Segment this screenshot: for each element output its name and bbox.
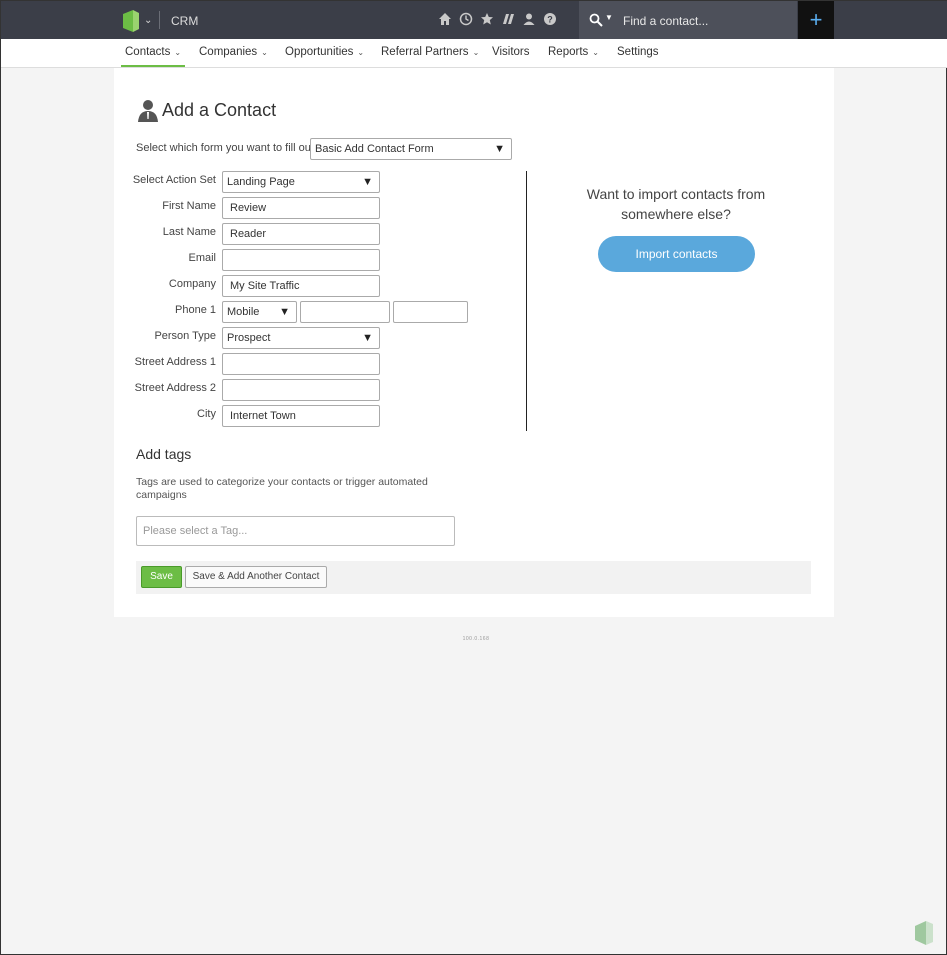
brand-logo-icon[interactable]: [123, 10, 139, 32]
help-icon[interactable]: ?: [543, 12, 557, 26]
company-label: Company: [168, 278, 216, 290]
chevron-down-icon: ⌄: [357, 48, 365, 57]
email-label: Email: [188, 252, 216, 264]
column-divider: [526, 171, 527, 431]
search-icon[interactable]: [589, 13, 603, 27]
nav-settings-label: Settings: [617, 46, 659, 58]
home-icon[interactable]: [438, 12, 452, 26]
phone-type-select[interactable]: Mobile ▼: [222, 301, 297, 323]
contact-search: ▼: [579, 1, 797, 39]
search-options-caret-icon[interactable]: ▼: [605, 13, 613, 22]
tags-heading: Add tags: [136, 446, 192, 462]
action-set-label: Select Action Set: [132, 174, 216, 186]
app-name: CRM: [171, 14, 199, 28]
dropdown-arrow-icon: ▼: [494, 143, 505, 155]
nav-visitors[interactable]: Visitors: [488, 39, 534, 67]
city-label: City: [197, 408, 216, 420]
last-name-field[interactable]: Reader: [222, 223, 380, 245]
person-icon[interactable]: [522, 12, 536, 26]
phone-number-field[interactable]: [300, 301, 390, 323]
tag-select-input[interactable]: Please select a Tag...: [136, 516, 455, 546]
email-field[interactable]: [222, 249, 380, 271]
form-type-select[interactable]: Basic Add Contact Form ▼: [310, 138, 512, 160]
top-bar: ⌄ CRM ? ▼ +: [1, 1, 947, 39]
phone-type-value: Mobile: [227, 306, 260, 318]
action-set-value: Landing Page: [227, 176, 295, 188]
version-label: 100.0.168: [462, 636, 490, 642]
add-contact-panel: Add a Contact Select which form you want…: [114, 68, 834, 617]
form-select-label: Select which form you want to fill out:: [136, 142, 317, 154]
page-title: Add a Contact: [162, 100, 277, 120]
brand-corner-logo-icon: [915, 921, 933, 945]
nav-opportunities-label: Opportunities: [285, 46, 354, 58]
action-set-select[interactable]: Landing Page ▼: [222, 171, 380, 193]
company-field[interactable]: My Site Traffic: [222, 275, 380, 297]
app-switcher-chevron-icon[interactable]: ⌄: [144, 15, 152, 26]
street-address-1-field[interactable]: [222, 353, 380, 375]
save-and-add-another-button[interactable]: Save & Add Another Contact: [185, 566, 327, 588]
import-prompt: Want to import contacts from somewhere e…: [586, 186, 766, 222]
city-field[interactable]: Internet Town: [222, 405, 380, 427]
first-name-field[interactable]: Review: [222, 197, 380, 219]
form-type-value: Basic Add Contact Form: [315, 143, 434, 155]
nav-opportunities[interactable]: Opportunities ⌄: [281, 39, 368, 67]
phone-extension-field[interactable]: [393, 301, 468, 323]
dropdown-arrow-icon: ▼: [362, 176, 373, 188]
nav-referral-partners[interactable]: Referral Partners ⌄: [377, 39, 483, 67]
street-address-1-label: Street Address 1: [134, 356, 216, 368]
form-action-bar: Save Save & Add Another Contact: [136, 561, 811, 594]
top-icon-group: ?: [438, 12, 557, 26]
chevron-down-icon: ⌄: [174, 48, 182, 57]
nav-settings[interactable]: Settings: [613, 39, 663, 67]
dropdown-arrow-icon: ▼: [362, 332, 373, 344]
svg-text:?: ?: [547, 15, 553, 25]
last-name-label: Last Name: [162, 226, 216, 238]
person-type-select[interactable]: Prospect ▼: [222, 327, 380, 349]
quick-add-button[interactable]: +: [798, 1, 834, 39]
phone-label: Phone 1: [175, 304, 216, 316]
street-address-2-field[interactable]: [222, 379, 380, 401]
nav-reports-label: Reports: [548, 46, 589, 58]
first-name-label: First Name: [162, 200, 216, 212]
chevron-down-icon: ⌄: [592, 48, 599, 57]
dropdown-arrow-icon: ▼: [279, 306, 290, 318]
history-icon[interactable]: [459, 12, 473, 26]
nav-visitors-label: Visitors: [492, 46, 530, 58]
nav-contacts-label: Contacts: [125, 46, 171, 58]
chevron-down-icon: ⌄: [472, 48, 480, 57]
main-nav: Contacts ⌄ Companies ⌄ Opportunities ⌄ Refe…: [1, 39, 947, 68]
brand-divider: [159, 11, 160, 29]
person-type-value: Prospect: [227, 332, 271, 344]
person-type-label: Person Type: [154, 330, 216, 342]
nav-companies-label: Companies: [199, 46, 258, 58]
nav-companies[interactable]: Companies ⌄: [195, 39, 272, 67]
nav-referral-partners-label: Referral Partners: [381, 46, 469, 58]
save-button[interactable]: Save: [141, 566, 182, 588]
chevron-down-icon: ⌄: [261, 48, 268, 57]
import-contacts-button[interactable]: Import contacts: [598, 236, 755, 272]
street-address-2-label: Street Address 2: [134, 382, 216, 394]
search-input[interactable]: [623, 11, 789, 31]
nav-reports[interactable]: Reports ⌄: [544, 39, 603, 67]
star-icon[interactable]: [480, 12, 494, 26]
pipeline-icon[interactable]: [501, 12, 515, 26]
nav-contacts[interactable]: Contacts ⌄: [121, 39, 186, 67]
contact-person-icon: [138, 100, 158, 122]
tags-description: Tags are used to categorize your contact…: [136, 476, 428, 501]
